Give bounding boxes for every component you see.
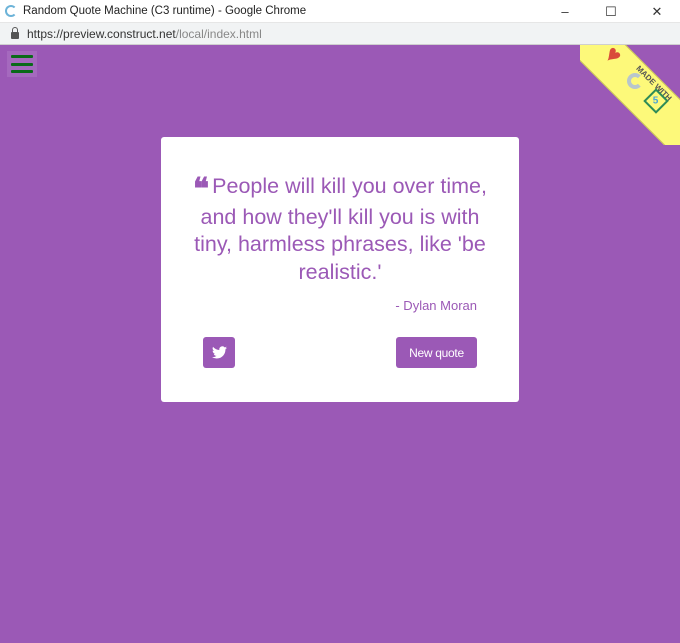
- quote-left-icon: ❝: [193, 172, 209, 207]
- window-title: Random Quote Machine (C3 runtime) - Goog…: [23, 5, 307, 17]
- maximize-button[interactable]: ☐: [588, 0, 634, 23]
- construct-logo-icon: [627, 73, 643, 89]
- heart-icon: ♥: [598, 45, 628, 70]
- tweet-button[interactable]: [203, 337, 235, 368]
- url-path: /local/index.html: [175, 26, 262, 41]
- lock-icon: [11, 26, 19, 39]
- quote-text: People will kill you over time, and how …: [194, 174, 487, 284]
- window-titlebar: Random Quote Machine (C3 runtime) - Goog…: [0, 0, 680, 23]
- chrome-icon: [5, 5, 17, 17]
- made-with-ribbon[interactable]: ♥ MADE WITH 5: [580, 45, 680, 145]
- quote-text-block: ❝ People will kill you over time, and how…: [191, 173, 489, 286]
- address-bar[interactable]: https://preview.construct.net/local/inde…: [0, 23, 680, 45]
- new-quote-button[interactable]: New quote: [396, 337, 477, 368]
- close-button[interactable]: ✕: [634, 0, 680, 23]
- minimize-button[interactable]: –: [542, 0, 588, 23]
- quote-card: ❝ People will kill you over time, and how…: [161, 137, 519, 402]
- url-host: https://preview.construct.net: [27, 26, 176, 41]
- hamburger-menu-button[interactable]: [7, 51, 37, 77]
- quote-author: - Dylan Moran: [395, 298, 477, 313]
- twitter-icon: [211, 346, 227, 359]
